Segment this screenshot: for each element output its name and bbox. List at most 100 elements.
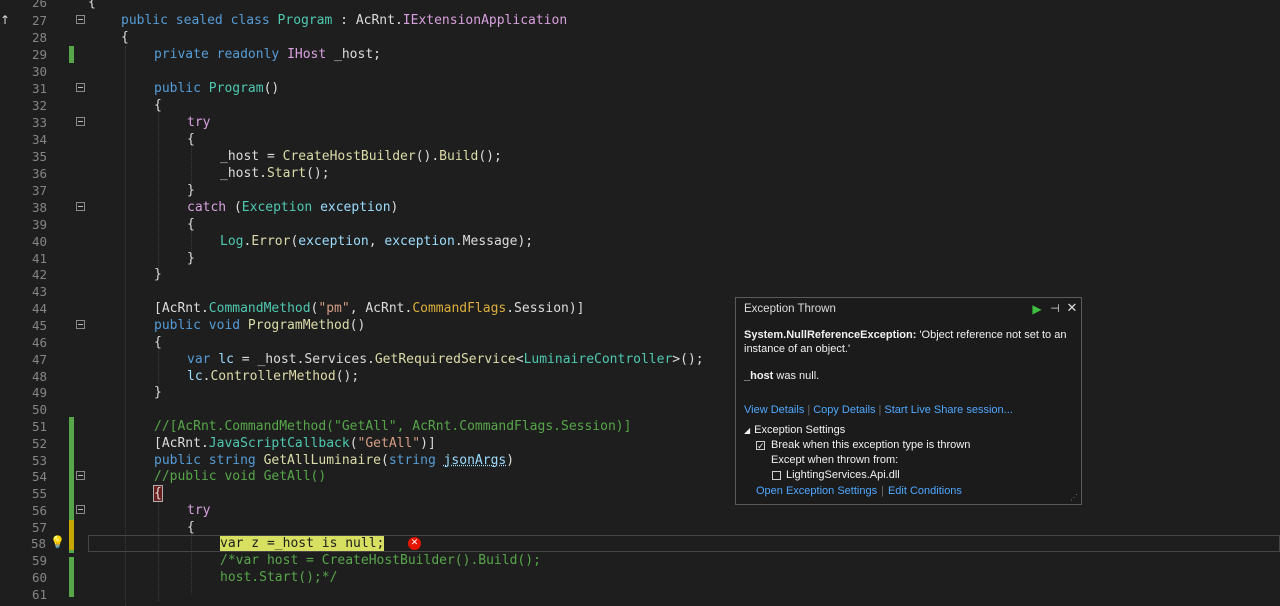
- line-number: 49: [31, 385, 47, 400]
- code-line: 44 [AcRnt.CommandMethod("pm", AcRnt.Comm…: [0, 300, 1280, 317]
- null-suffix: was null.: [773, 370, 820, 382]
- code-token: (: [226, 200, 242, 215]
- code-token: (: [380, 453, 389, 468]
- break-checkbox[interactable]: ✓: [756, 441, 765, 451]
- close-icon[interactable]: ✕: [1064, 301, 1080, 317]
- code-line: 57 {: [0, 519, 1280, 536]
- collapse-icon[interactable]: [76, 117, 85, 126]
- line-number: 50: [31, 402, 47, 417]
- code-token: lc: [218, 352, 234, 367]
- code-token: public sealed class: [121, 13, 278, 28]
- line-number: 41: [31, 251, 47, 266]
- code-token: exception: [298, 234, 369, 249]
- code-line: 30: [0, 63, 1280, 80]
- code-line: 54 //public void GetAll(): [0, 468, 1280, 485]
- lightbulb-icon[interactable]: 💡: [50, 535, 65, 549]
- line-number: 38: [31, 200, 47, 215]
- code-line: 28 {: [0, 29, 1280, 46]
- collapse-icon[interactable]: [76, 83, 85, 92]
- code-token: string: [388, 453, 444, 468]
- code-token: CommandMethod: [208, 301, 311, 316]
- code-token: Start: [266, 166, 307, 181]
- code-token: = _host.Services.: [233, 352, 375, 367]
- code-token: Program: [208, 81, 264, 96]
- code-line: 34 {: [0, 131, 1280, 148]
- null-variable: _host: [744, 370, 774, 382]
- code-token: Error: [251, 234, 291, 249]
- code-token: [AcRnt.: [154, 301, 209, 316]
- code-token: JavaScriptCallback: [208, 436, 350, 451]
- code-token: public string: [154, 453, 264, 468]
- exception-settings-header[interactable]: ◢ Exception Settings: [744, 424, 845, 436]
- code-line: 31 public Program(): [0, 80, 1280, 97]
- line-number: 43: [31, 284, 47, 299]
- open-exception-settings-link[interactable]: Open Exception Settings: [756, 485, 877, 497]
- code-token: <: [515, 352, 524, 367]
- code-line: 40 Log.Error(exception, exception.Messag…: [0, 233, 1280, 250]
- code-token: try: [187, 115, 211, 130]
- code-token: {: [187, 217, 195, 232]
- line-number: 39: [31, 217, 47, 232]
- code-token: }: [187, 183, 195, 198]
- resize-grip-icon[interactable]: ⋰: [1070, 493, 1078, 502]
- code-token: var: [187, 352, 219, 367]
- code-comment: //[AcRnt.CommandMethod("GetAll", AcRnt.C…: [154, 419, 632, 434]
- code-line: 27 public sealed class Program : AcRnt.I…: [0, 12, 1280, 29]
- code-line: 50: [0, 401, 1280, 418]
- line-number: 42: [31, 267, 47, 282]
- code-token: Exception: [241, 200, 313, 215]
- collapse-icon[interactable]: [76, 320, 85, 329]
- popup-bottom-links: Open Exception Settings | Edit Conditions: [756, 485, 962, 497]
- code-token: {: [153, 485, 163, 502]
- code-token: try: [187, 503, 211, 518]
- expand-triangle-icon[interactable]: ◢: [744, 426, 750, 435]
- code-line: 26 {: [0, 0, 1280, 11]
- current-statement: var z =_host is null;: [220, 536, 385, 551]
- pin-icon[interactable]: ⊣: [1047, 301, 1063, 317]
- collapse-icon[interactable]: [76, 471, 85, 480]
- code-token: }: [154, 385, 162, 400]
- live-share-link[interactable]: Start Live Share session...: [884, 404, 1012, 416]
- code-token: LuminaireController: [523, 352, 673, 367]
- code-token: : AcRnt.: [332, 13, 403, 28]
- code-token: catch: [187, 200, 227, 215]
- collapse-icon[interactable]: [76, 202, 85, 211]
- code-token: .Session)]: [506, 301, 585, 316]
- code-token: }: [154, 267, 162, 282]
- popup-title: Exception Thrown: [744, 303, 836, 315]
- settings-header-label: Exception Settings: [754, 424, 846, 436]
- code-token: {: [154, 98, 162, 113]
- line-number: 58: [30, 536, 46, 551]
- code-token: {: [187, 132, 195, 147]
- code-token: Build: [439, 149, 479, 164]
- code-token: , AcRnt.: [349, 301, 413, 316]
- code-token: >();: [672, 352, 704, 367]
- line-number: 34: [31, 132, 47, 147]
- line-number: 45: [31, 318, 47, 333]
- line-number: 56: [31, 503, 47, 518]
- error-icon[interactable]: ✕: [408, 537, 421, 550]
- module-checkbox[interactable]: [772, 471, 781, 480]
- code-token: ControllerMethod: [210, 369, 336, 384]
- copy-details-link[interactable]: Copy Details: [813, 404, 875, 416]
- code-comment: //public void GetAll(): [154, 469, 327, 484]
- collapse-icon[interactable]: [76, 505, 85, 514]
- line-number: 32: [31, 98, 47, 113]
- continue-icon[interactable]: ▶: [1029, 301, 1045, 317]
- line-number: 35: [31, 149, 47, 164]
- code-editor[interactable]: ↑ 26 { 27 public sealed class Program : …: [0, 0, 1280, 606]
- line-number: 57: [31, 520, 47, 535]
- code-token: _host;: [326, 47, 381, 62]
- code-token: ().: [415, 149, 440, 164]
- code-token: }: [187, 251, 195, 266]
- code-token: {: [154, 335, 162, 350]
- edit-conditions-link[interactable]: Edit Conditions: [888, 485, 962, 497]
- view-details-link[interactable]: View Details: [744, 404, 804, 416]
- code-token: "GetAll": [357, 436, 421, 451]
- code-line: 38 catch (Exception exception): [0, 199, 1280, 216]
- code-token: GetAllLuminaire: [263, 453, 381, 468]
- exception-popup: Exception Thrown ▶ ⊣ ✕ System.NullRefere…: [735, 297, 1082, 505]
- code-token: exception: [384, 234, 455, 249]
- line-number: 31: [31, 81, 47, 96]
- collapse-icon[interactable]: [76, 15, 85, 24]
